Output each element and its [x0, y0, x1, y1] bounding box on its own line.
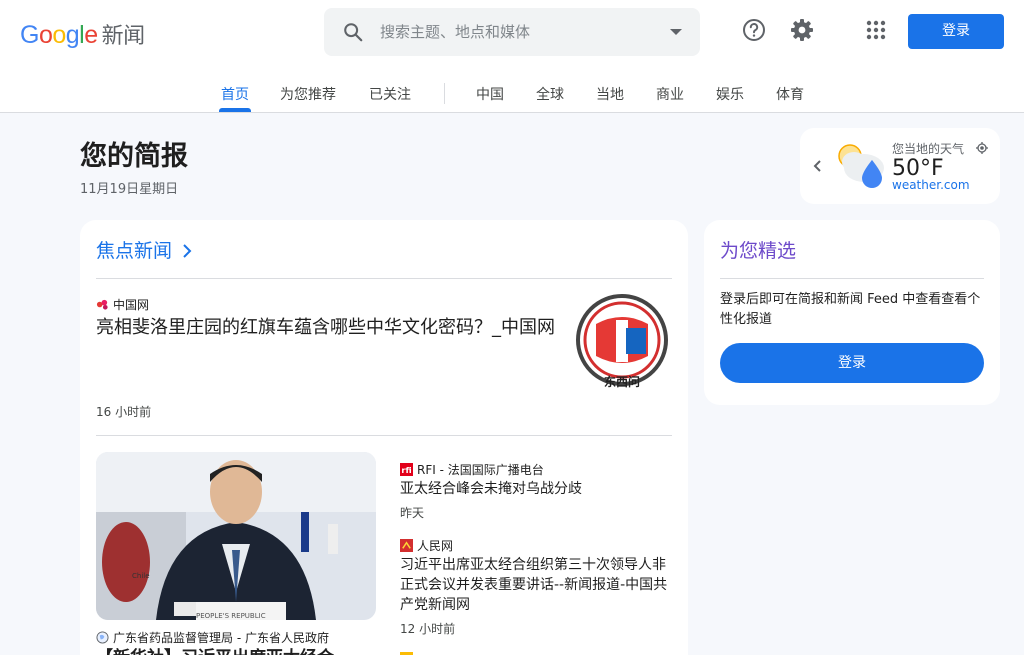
page-title: 您的简报: [80, 141, 188, 172]
side-item-1-time: 昨天: [400, 506, 425, 520]
side-item-1-source-name: RFI - 法国国际广播电台: [417, 463, 544, 477]
search-dropdown-icon[interactable]: [670, 29, 682, 35]
top-stories-link[interactable]: 焦点新闻: [96, 236, 192, 263]
search-icon[interactable]: [342, 21, 364, 43]
side-item-2-source-name: 人民网: [417, 539, 454, 553]
photo-story-source-name: 广东省药品监督管理局 - 广东省人民政府: [113, 631, 329, 645]
top-stories-title: 焦点新闻: [96, 240, 173, 262]
picks-card: 为您精选 登录后即可在简报和新闻 Feed 中查看查看个性化报道 登录: [704, 220, 1000, 405]
side-item-2-source[interactable]: 人民网: [400, 537, 453, 554]
search-input[interactable]: [380, 16, 660, 48]
weather-rain-icon: [838, 144, 884, 188]
photo-placard-left: Chile: [132, 572, 150, 580]
nav-divider: [444, 83, 445, 104]
side-item-1-headline[interactable]: 亚太经合峰会未掩对乌战分歧: [400, 479, 672, 499]
photo-story-source[interactable]: 广东省药品监督管理局 - 广东省人民政府: [96, 629, 329, 646]
weather-label: 您当地的天气: [892, 142, 965, 156]
tab-world[interactable]: 全球: [536, 84, 564, 112]
picks-title: 为您精选: [720, 240, 797, 262]
login-button[interactable]: 登录: [908, 14, 1004, 49]
lead-source[interactable]: 中国网: [96, 296, 149, 313]
chevron-left-icon[interactable]: [812, 158, 824, 174]
chevron-right-icon: [183, 244, 192, 258]
top-bar: Google新闻 登录 首页 为您推荐 已关注: [0, 0, 1024, 113]
tab-local[interactable]: 当地: [596, 84, 624, 112]
search-bar[interactable]: [324, 8, 700, 56]
lead-headline[interactable]: 亮相斐洛里庄园的红旗车蕴含哪些中华文化密码？_中国网: [96, 315, 556, 341]
lead-source-name: 中国网: [113, 298, 150, 312]
weather-source-link[interactable]: weather.com: [892, 178, 970, 192]
picks-divider: [720, 278, 984, 279]
tab-for-you[interactable]: 为您推荐: [280, 84, 336, 112]
side-item-2-headline[interactable]: 习近平出席亚太经合组织第三十次领导人非正式会议并发表重要讲话--新闻报道-中国共…: [400, 555, 674, 615]
side-item-2-time: 12 小时前: [400, 622, 456, 636]
people-daily-logo-icon: [400, 539, 413, 552]
tab-sports[interactable]: 体育: [776, 84, 804, 112]
settings-gear-icon[interactable]: [788, 16, 816, 44]
top-stories-card: 焦点新闻 中国网 亮相斐洛里庄园的红旗车蕴含哪些中华文化密码？_中国网 16 小…: [80, 220, 688, 655]
china-net-logo-icon: [96, 299, 108, 310]
tab-entertainment[interactable]: 娱乐: [716, 84, 744, 112]
picks-login-button[interactable]: 登录: [720, 343, 984, 383]
photo-story-headline[interactable]: 【新华社】习近平出席亚太经合: [96, 646, 376, 655]
lead-time: 16 小时前: [96, 405, 152, 419]
tab-home[interactable]: 首页: [219, 84, 251, 112]
thumbnail-caption: 东西问: [604, 374, 640, 389]
tab-china[interactable]: 中国: [476, 84, 504, 112]
google-news-logo[interactable]: Google 新闻: [20, 18, 145, 50]
logo-news-text: 新闻: [101, 24, 146, 49]
weather-widget[interactable]: 您当地的天气 50°F weather.com: [800, 128, 1000, 204]
photo-placard-bottom: PEOPLE'S REPUBLIC: [196, 612, 266, 620]
tab-following[interactable]: 已关注: [369, 84, 411, 112]
side-item-1-source[interactable]: rfi RFI - 法国国际广播电台: [400, 461, 544, 478]
lead-thumbnail[interactable]: 东西问: [574, 294, 670, 394]
globe-icon: [96, 631, 109, 644]
rfi-logo-icon: rfi: [400, 463, 413, 476]
picks-description: 登录后即可在简报和新闻 Feed 中查看查看个性化报道: [720, 292, 981, 327]
photo-story-image[interactable]: Chile PEOPLE'S REPUBLIC: [96, 452, 376, 620]
help-icon[interactable]: [740, 16, 768, 44]
briefing-date: 11月19日星期日: [80, 182, 179, 197]
location-icon[interactable]: [976, 142, 988, 154]
tab-business[interactable]: 商业: [656, 84, 684, 112]
apps-grid-icon[interactable]: [862, 16, 890, 44]
section-divider: [96, 278, 672, 279]
svg-text:rfi: rfi: [401, 465, 411, 475]
story-divider: [96, 435, 672, 436]
